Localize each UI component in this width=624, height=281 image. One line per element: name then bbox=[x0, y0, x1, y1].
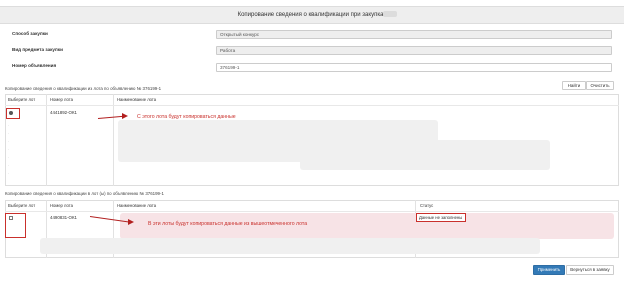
source-section-caption: Копирование сведения о квалификации из л… bbox=[5, 86, 162, 91]
find-button[interactable]: Найти bbox=[562, 81, 586, 90]
announcement-number-field[interactable]: 376199-1 bbox=[216, 63, 612, 72]
target-section-caption: Копирование сведения о квалификации в ло… bbox=[5, 191, 164, 196]
redacted-lot-name bbox=[300, 140, 550, 170]
target-header-divider bbox=[5, 211, 619, 212]
clear-button[interactable]: Очистить bbox=[586, 81, 614, 90]
target-col-select: Выберите лот bbox=[8, 203, 36, 208]
source-annotation: С этого лота будут копироваться данные bbox=[137, 114, 236, 120]
source-col-divider bbox=[46, 94, 47, 186]
target-col-lot-name: Наименование лота bbox=[117, 203, 157, 208]
target-lot-status: Данные не заполнены bbox=[419, 215, 463, 220]
redacted-title-part bbox=[383, 11, 397, 17]
page-title: Копирование сведения о квалификации при … bbox=[237, 12, 387, 18]
source-col-lot-number: Номер лота bbox=[50, 97, 73, 102]
target-col-status: Статус bbox=[420, 203, 434, 208]
source-col-select: Выберите лот bbox=[8, 97, 36, 102]
target-annotation: В эти лоты будут копироваться данные из … bbox=[148, 221, 308, 227]
procurement-method-label: Способ закупки bbox=[12, 31, 48, 36]
source-col-lot-name: Наименование лота bbox=[117, 97, 157, 102]
announcement-number-label: Номер объявления bbox=[12, 63, 57, 68]
source-header-divider bbox=[5, 105, 619, 106]
source-col-divider bbox=[113, 94, 114, 186]
source-lot-radio[interactable] bbox=[9, 111, 13, 115]
target-arrow-head bbox=[128, 219, 134, 225]
target-col-lot-number: Номер лота bbox=[50, 203, 73, 208]
target-lot-number: 4490831-ОК1 bbox=[50, 215, 77, 220]
back-to-application-button[interactable]: Вернуться в заявку bbox=[566, 265, 614, 275]
redacted-target-rows bbox=[40, 238, 540, 254]
source-arrow-head bbox=[122, 113, 128, 119]
procurement-method-field: Открытый конкурс bbox=[216, 30, 612, 39]
source-lot-number: 4441892-ОК1 bbox=[50, 110, 77, 115]
target-lot-checkbox[interactable] bbox=[9, 216, 13, 220]
subject-type-label: Вид предмета закупки bbox=[12, 47, 63, 52]
source-row-markers: · · · · · · · bbox=[8, 123, 10, 176]
subject-type-field: Работа bbox=[216, 46, 612, 55]
apply-button[interactable]: Применить bbox=[533, 265, 565, 275]
